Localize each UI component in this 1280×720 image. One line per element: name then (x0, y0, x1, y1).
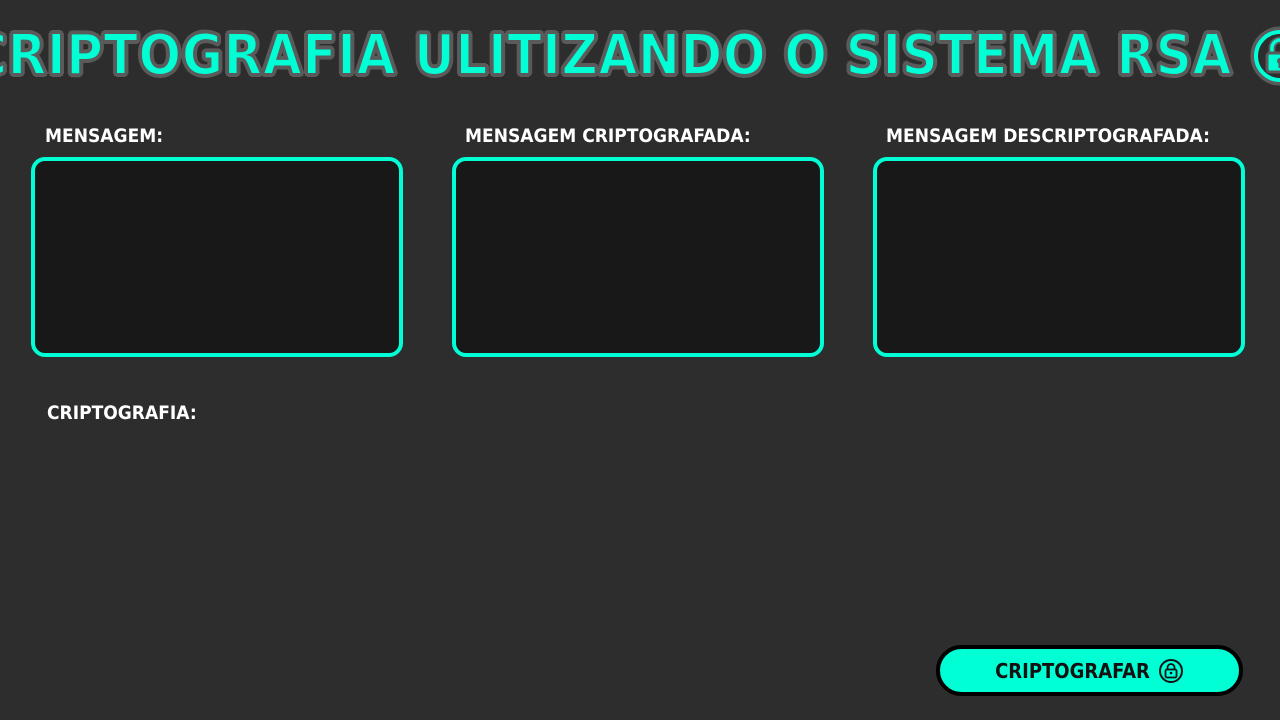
encrypted-message-output[interactable] (452, 157, 824, 357)
message-input[interactable] (31, 157, 403, 357)
message-label: MENSAGEM: (45, 125, 164, 147)
encrypt-button[interactable]: CRIPTOGRAFAR (936, 645, 1243, 696)
encryption-section-label: CRIPTOGRAFIA: (47, 402, 197, 424)
decrypted-message-label: MENSAGEM DESCRIPTOGRAFADA: (886, 125, 1210, 147)
decrypted-message-output[interactable] (873, 157, 1245, 357)
lock-icon (1250, 26, 1280, 86)
page-title: CRIPTOGRAFIA ULITIZANDO O SISTEMA RSA (0, 23, 1232, 88)
encrypted-message-label: MENSAGEM CRIPTOGRAFADA: (465, 125, 751, 147)
app-page: CRIPTOGRAFIA ULITIZANDO O SISTEMA RSA ME… (0, 0, 1280, 720)
lock-icon (1158, 658, 1183, 683)
title-row: CRIPTOGRAFIA ULITIZANDO O SISTEMA RSA (0, 18, 1280, 94)
encrypt-button-label: CRIPTOGRAFAR (995, 658, 1150, 683)
